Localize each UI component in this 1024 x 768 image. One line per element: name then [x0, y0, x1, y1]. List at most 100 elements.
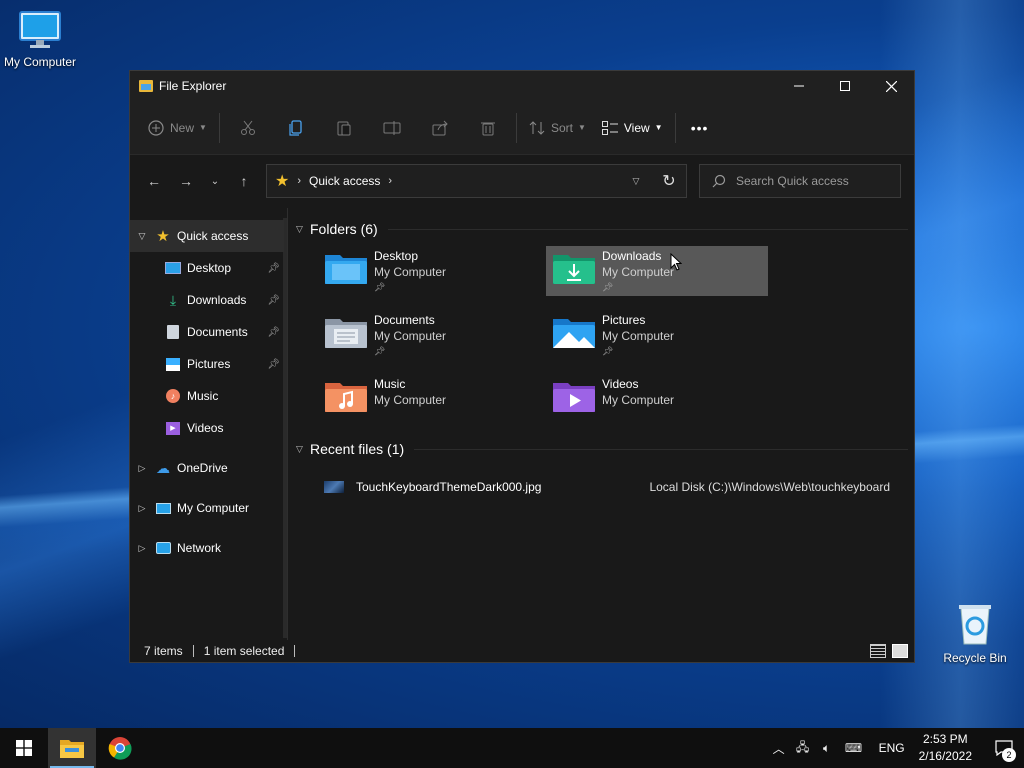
- cut-button[interactable]: [224, 112, 272, 144]
- maximize-button[interactable]: [822, 71, 868, 101]
- sort-button-label: Sort: [550, 120, 573, 135]
- volume-icon[interactable]: 🔈︎: [815, 741, 839, 756]
- sidebar-item-documents[interactable]: Documents 📌︎: [130, 316, 284, 348]
- delete-button[interactable]: [464, 112, 512, 144]
- chevron-right-icon[interactable]: ▷: [130, 543, 154, 554]
- clock-date: 2/16/2022: [918, 749, 972, 763]
- breadcrumb-quick-access[interactable]: Quick access: [309, 174, 380, 188]
- sidebar-item-label: Documents: [187, 325, 248, 339]
- videos-icon: ▶: [164, 420, 182, 436]
- folder-location: My Computer: [602, 329, 675, 343]
- pictures-folder-icon: [553, 319, 595, 348]
- folder-location: My Computer: [602, 265, 675, 279]
- mouse-cursor-icon: [670, 253, 682, 271]
- desktop-icon-my-computer[interactable]: My Computer: [0, 10, 80, 69]
- taskbar-file-explorer[interactable]: [48, 728, 96, 768]
- folders-section-header[interactable]: ▽ Folders (6): [296, 218, 914, 240]
- show-hidden-icons-button[interactable]: ︿: [767, 740, 791, 757]
- sort-button[interactable]: Sort ▼: [521, 112, 594, 144]
- recent-file-row[interactable]: TouchKeyboardThemeDark000.jpg Local Disk…: [324, 472, 914, 502]
- folder-name: Desktop: [374, 249, 419, 263]
- address-dropdown-button[interactable]: ▽: [620, 176, 652, 187]
- chevron-down-icon[interactable]: ▽: [296, 224, 310, 235]
- folder-tile-documents[interactable]: Documents My Computer 📌︎: [318, 304, 546, 368]
- desktop-folder-icon: [164, 260, 182, 276]
- rename-button[interactable]: [368, 112, 416, 144]
- start-button[interactable]: [0, 728, 48, 768]
- view-button[interactable]: View ▼: [594, 112, 671, 144]
- chevron-right-icon[interactable]: ▷: [130, 463, 154, 474]
- sidebar-item-music[interactable]: ♪ Music: [130, 380, 284, 412]
- sidebar-item-my-computer[interactable]: ▷ My Computer: [130, 492, 284, 524]
- sidebar-item-pictures[interactable]: Pictures 📌︎: [130, 348, 284, 380]
- back-button[interactable]: ←: [138, 165, 170, 197]
- sidebar-item-network[interactable]: ▷ Network: [130, 532, 284, 564]
- recent-files-section-header[interactable]: ▽ Recent files (1): [296, 438, 914, 460]
- sidebar-item-desktop[interactable]: Desktop 📌︎: [130, 252, 284, 284]
- chevron-down-icon: ▼: [577, 123, 586, 132]
- pin-icon: 📌︎: [267, 358, 280, 370]
- minimize-button[interactable]: [776, 71, 822, 101]
- close-button[interactable]: [868, 71, 914, 101]
- clock[interactable]: 2:53 PM 2/16/2022: [919, 731, 972, 765]
- network-icon[interactable]: 🖧︎: [791, 738, 815, 759]
- pin-icon: 📌︎: [602, 346, 614, 356]
- copy-button[interactable]: [272, 112, 320, 144]
- new-button-label: New: [170, 120, 195, 135]
- pin-icon: 📌︎: [267, 294, 280, 306]
- chevron-down-icon[interactable]: ▽: [130, 231, 154, 242]
- sidebar-item-downloads[interactable]: ⤓ Downloads 📌︎: [130, 284, 284, 316]
- sidebar-item-videos[interactable]: ▶ Videos: [130, 412, 284, 444]
- file-explorer-icon: [60, 740, 84, 758]
- search-input[interactable]: [736, 174, 886, 188]
- keyboard-icon[interactable]: ⌨︎: [839, 741, 869, 755]
- chevron-right-icon[interactable]: ▷: [130, 503, 154, 514]
- folder-tile-desktop[interactable]: Desktop My Computer 📌︎: [318, 240, 546, 304]
- sort-icon: [529, 120, 545, 135]
- paste-button[interactable]: [320, 112, 368, 144]
- documents-folder-icon: [325, 319, 367, 348]
- desktop-icon-recycle-bin[interactable]: Recycle Bin: [935, 602, 1015, 665]
- download-icon: ⤓: [169, 291, 177, 308]
- address-bar[interactable]: ★ › Quick access › ▽ ↻: [266, 164, 687, 198]
- sidebar-item-label: Desktop: [187, 261, 232, 275]
- copy-icon: [289, 119, 302, 136]
- recent-locations-button[interactable]: ⌄: [202, 165, 228, 197]
- tiles-view-button[interactable]: [892, 644, 908, 658]
- action-center-button[interactable]: 2: [984, 728, 1024, 768]
- folder-tile-music[interactable]: Music My Computer: [318, 368, 546, 432]
- forward-button[interactable]: →: [170, 165, 202, 197]
- recent-files-heading: Recent files (1): [310, 441, 405, 457]
- chevron-down-icon[interactable]: ▽: [296, 444, 310, 455]
- share-icon: [432, 120, 448, 135]
- sidebar-item-quick-access[interactable]: ▽ ★ Quick access: [130, 220, 284, 252]
- more-options-button[interactable]: •••: [680, 112, 720, 144]
- up-button[interactable]: ↑: [228, 165, 260, 197]
- details-view-button[interactable]: [870, 644, 886, 658]
- folder-tile-videos[interactable]: Videos My Computer: [546, 368, 774, 432]
- share-button[interactable]: [416, 112, 464, 144]
- folder-tile-downloads[interactable]: Downloads My Computer 📌︎: [546, 246, 768, 296]
- folder-tile-pictures[interactable]: Pictures My Computer 📌︎: [546, 304, 774, 368]
- input-language[interactable]: ENG: [879, 741, 905, 755]
- status-bar: 7 items 1 item selected: [130, 640, 914, 662]
- system-tray: ︿ 🖧︎ 🔈︎ ⌨︎ ENG 2:53 PM 2/16/2022 2: [767, 728, 1024, 768]
- arrow-up-icon: ↑: [240, 173, 248, 189]
- pin-icon: 📌︎: [374, 282, 386, 292]
- desktop-icon-label: Recycle Bin: [943, 651, 1007, 665]
- sidebar-item-onedrive[interactable]: ▷ ☁ OneDrive: [130, 452, 284, 484]
- taskbar-chrome[interactable]: [96, 728, 144, 768]
- title-bar[interactable]: File Explorer: [130, 71, 914, 101]
- toolbar-separator: [515, 112, 517, 143]
- window-title: File Explorer: [159, 79, 227, 93]
- refresh-button[interactable]: ↻: [652, 165, 686, 197]
- new-button[interactable]: New ▼: [140, 112, 215, 144]
- desktop-folder-icon: [325, 255, 367, 284]
- pin-icon: 📌︎: [267, 262, 280, 274]
- scissors-icon: [240, 120, 255, 135]
- chrome-icon: [108, 737, 132, 760]
- chevron-right-icon[interactable]: ›: [388, 175, 392, 187]
- search-box[interactable]: [699, 164, 901, 198]
- view-button-label: View: [623, 120, 650, 135]
- status-item-count: 7 items: [144, 644, 183, 658]
